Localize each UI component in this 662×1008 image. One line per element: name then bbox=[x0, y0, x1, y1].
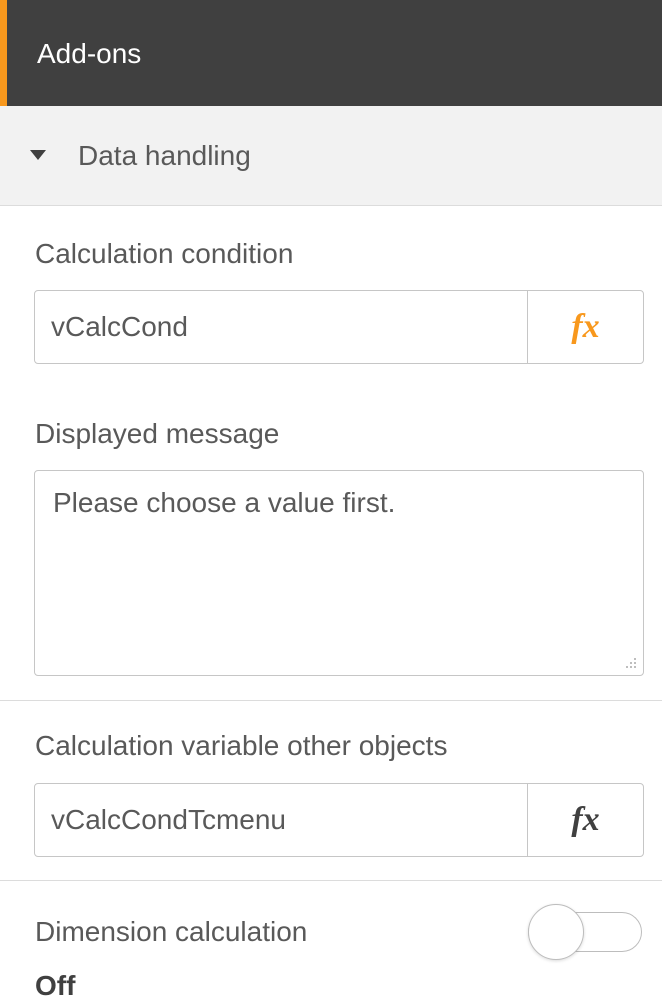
calculation-variable-label: Calculation variable other objects bbox=[35, 730, 448, 761]
toggle-knob bbox=[528, 904, 584, 960]
displayed-message-label: Displayed message bbox=[35, 418, 280, 449]
divider bbox=[0, 880, 662, 881]
dimension-calculation-status: Off bbox=[35, 970, 76, 1001]
calculation-condition-input[interactable] bbox=[35, 291, 527, 363]
calculation-variable-fx-button[interactable]: fx bbox=[527, 784, 643, 856]
fx-icon: fx bbox=[571, 308, 600, 345]
divider bbox=[0, 700, 662, 701]
calculation-variable-input[interactable] bbox=[35, 784, 527, 856]
calculation-condition-label: Calculation condition bbox=[35, 238, 294, 269]
caret-down-icon bbox=[30, 150, 46, 160]
calculation-condition-field: fx bbox=[34, 290, 644, 364]
dimension-calculation-label: Dimension calculation bbox=[35, 916, 308, 947]
section-title: Data handling bbox=[78, 140, 251, 171]
calculation-condition-fx-button[interactable]: fx bbox=[527, 291, 643, 363]
calculation-variable-field: fx bbox=[34, 783, 644, 857]
section-header-data-handling[interactable]: Data handling bbox=[0, 106, 662, 206]
panel-header: Add-ons bbox=[0, 0, 662, 106]
dimension-calculation-toggle[interactable] bbox=[528, 904, 644, 960]
displayed-message-field: Please choose a value first. bbox=[34, 470, 644, 676]
resize-grip-icon[interactable] bbox=[625, 657, 637, 669]
displayed-message-textarea[interactable]: Please choose a value first. bbox=[35, 471, 643, 675]
panel-title: Add-ons bbox=[37, 38, 142, 69]
fx-icon: fx bbox=[571, 801, 600, 838]
